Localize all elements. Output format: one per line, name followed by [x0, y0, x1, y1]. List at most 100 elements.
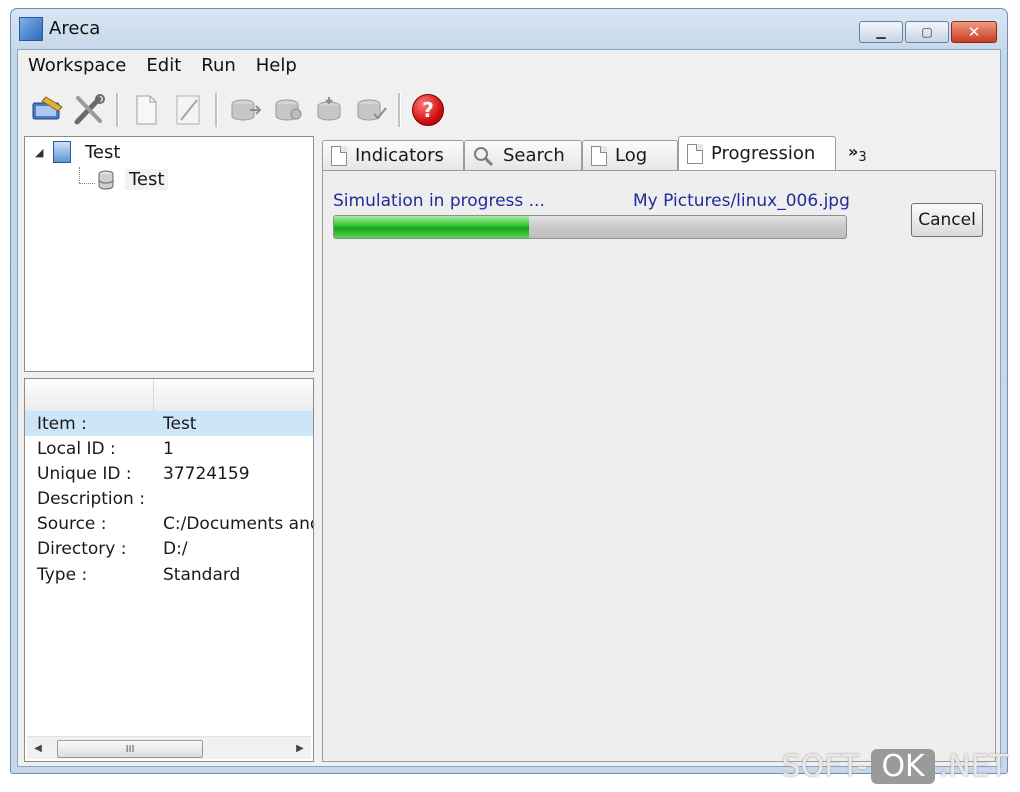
tab-label: Progression — [711, 143, 816, 164]
progress-bar — [333, 215, 847, 239]
close-icon: ✕ — [967, 23, 981, 41]
edit-button[interactable] — [169, 92, 207, 128]
watermark-left: SOFT- — [781, 749, 868, 784]
help-button[interactable]: ? — [409, 92, 447, 128]
client-area: Workspace Edit Run Help ? ◢ Test Test It… — [17, 49, 1001, 767]
scroll-right-icon[interactable]: ▶ — [289, 737, 311, 759]
menu-workspace[interactable]: Workspace — [18, 55, 136, 76]
property-row[interactable]: Item : Test — [25, 411, 313, 436]
maximize-button[interactable]: ▢ — [905, 21, 949, 43]
column-divider[interactable] — [153, 379, 154, 411]
cancel-button[interactable]: Cancel — [911, 203, 983, 237]
page-icon — [331, 145, 347, 166]
property-value: D:/ — [163, 538, 188, 559]
properties-panel: Item : Test Local ID : 1 Unique ID : 377… — [24, 378, 314, 762]
app-icon — [19, 17, 43, 41]
workspace-button[interactable] — [28, 92, 66, 128]
merge-icon — [275, 99, 302, 121]
property-value: 37724159 — [163, 463, 250, 484]
horizontal-scrollbar[interactable]: ◀ III ▶ — [27, 736, 311, 759]
property-row[interactable]: Local ID : 1 — [25, 436, 313, 461]
toolbar-separator — [116, 93, 119, 127]
merge-button[interactable] — [268, 92, 306, 128]
tab-label: Indicators — [355, 145, 444, 166]
property-key: Description : — [37, 488, 145, 509]
property-row[interactable]: Unique ID : 37724159 — [25, 461, 313, 486]
tree-node-child[interactable]: Test — [97, 169, 169, 190]
toolbar-separator — [215, 93, 218, 127]
backup-button[interactable] — [226, 92, 264, 128]
tree-node-label: Test — [125, 169, 169, 190]
tab-bar: Indicators Search Log Progression »3 — [322, 136, 996, 170]
close-button[interactable]: ✕ — [951, 21, 997, 43]
minimize-button[interactable]: ▁ — [859, 21, 903, 43]
overflow-chevron-icon: » — [848, 142, 859, 161]
workspace-tree: ◢ Test Test — [24, 136, 314, 372]
scroll-left-icon[interactable]: ◀ — [27, 737, 49, 759]
tab-overflow-button[interactable]: »3 — [848, 142, 867, 165]
check-icon — [357, 99, 387, 121]
property-key: Local ID : — [37, 438, 116, 459]
watermark-right: .NET — [938, 749, 1008, 784]
title-bar[interactable]: Areca ▁ ▢ ✕ — [11, 9, 1007, 47]
tree-connector — [79, 167, 80, 183]
property-row[interactable]: Directory : D:/ — [25, 536, 313, 561]
collapse-arrow-icon[interactable]: ◢ — [35, 146, 53, 159]
menu-bar: Workspace Edit Run Help — [18, 50, 1000, 80]
property-row[interactable]: Type : Standard — [25, 562, 313, 587]
tree-node-root[interactable]: ◢ Test — [35, 141, 120, 163]
workspace-node-icon — [53, 141, 71, 163]
tree-connector — [79, 183, 95, 184]
property-value: C:/Documents and — [163, 513, 313, 534]
progress-status: Simulation in progress ... — [333, 191, 545, 211]
new-page-icon — [136, 95, 157, 125]
progression-panel: Simulation in progress ... My Pictures/l… — [322, 170, 996, 762]
help-icon: ? — [412, 94, 444, 126]
menu-help[interactable]: Help — [246, 55, 307, 76]
tab-indicators[interactable]: Indicators — [322, 140, 464, 170]
property-row[interactable]: Source : C:/Documents and — [25, 511, 313, 536]
tab-search[interactable]: Search — [464, 140, 582, 170]
minimize-icon: ▁ — [876, 25, 886, 39]
menu-edit[interactable]: Edit — [136, 55, 191, 76]
new-page-button[interactable] — [127, 92, 165, 128]
progress-bar-fill — [334, 216, 529, 238]
recover-icon — [317, 97, 341, 121]
backup-icon — [231, 99, 262, 121]
overflow-count: 3 — [858, 150, 867, 166]
page-icon — [687, 143, 703, 164]
property-key: Item : — [37, 413, 87, 434]
edit-icon — [176, 95, 200, 125]
property-value: Test — [163, 413, 197, 434]
tab-label: Log — [615, 145, 648, 166]
toolbar: ? — [18, 88, 1000, 132]
properties-header[interactable] — [25, 379, 313, 412]
property-value: Standard — [163, 564, 241, 585]
property-key: Source : — [37, 513, 107, 534]
property-key: Unique ID : — [37, 463, 132, 484]
workspace-icon — [32, 96, 63, 120]
current-file: My Pictures/linux_006.jpg — [633, 191, 850, 211]
recover-button[interactable] — [310, 92, 348, 128]
window-title: Areca — [49, 18, 101, 39]
menu-run[interactable]: Run — [191, 55, 246, 76]
tree-node-label: Test — [85, 141, 121, 163]
tab-label: Search — [503, 145, 565, 166]
scroll-thumb[interactable]: III — [57, 740, 203, 758]
property-key: Directory : — [37, 538, 127, 559]
tools-icon — [74, 94, 105, 125]
database-icon — [98, 170, 114, 189]
maximize-icon: ▢ — [921, 25, 933, 39]
tab-progression[interactable]: Progression — [678, 136, 836, 170]
page-icon — [591, 145, 607, 166]
search-icon — [474, 146, 494, 166]
check-button[interactable] — [352, 92, 390, 128]
property-value: 1 — [163, 438, 174, 459]
tab-log[interactable]: Log — [582, 140, 678, 170]
app-window: Areca ▁ ▢ ✕ Workspace Edit Run Help ? ◢ … — [10, 8, 1008, 774]
property-row[interactable]: Description : — [25, 486, 313, 511]
watermark-box: OK — [871, 749, 935, 784]
tools-button[interactable] — [70, 92, 108, 128]
property-key: Type : — [37, 564, 88, 585]
toolbar-separator — [398, 93, 401, 127]
